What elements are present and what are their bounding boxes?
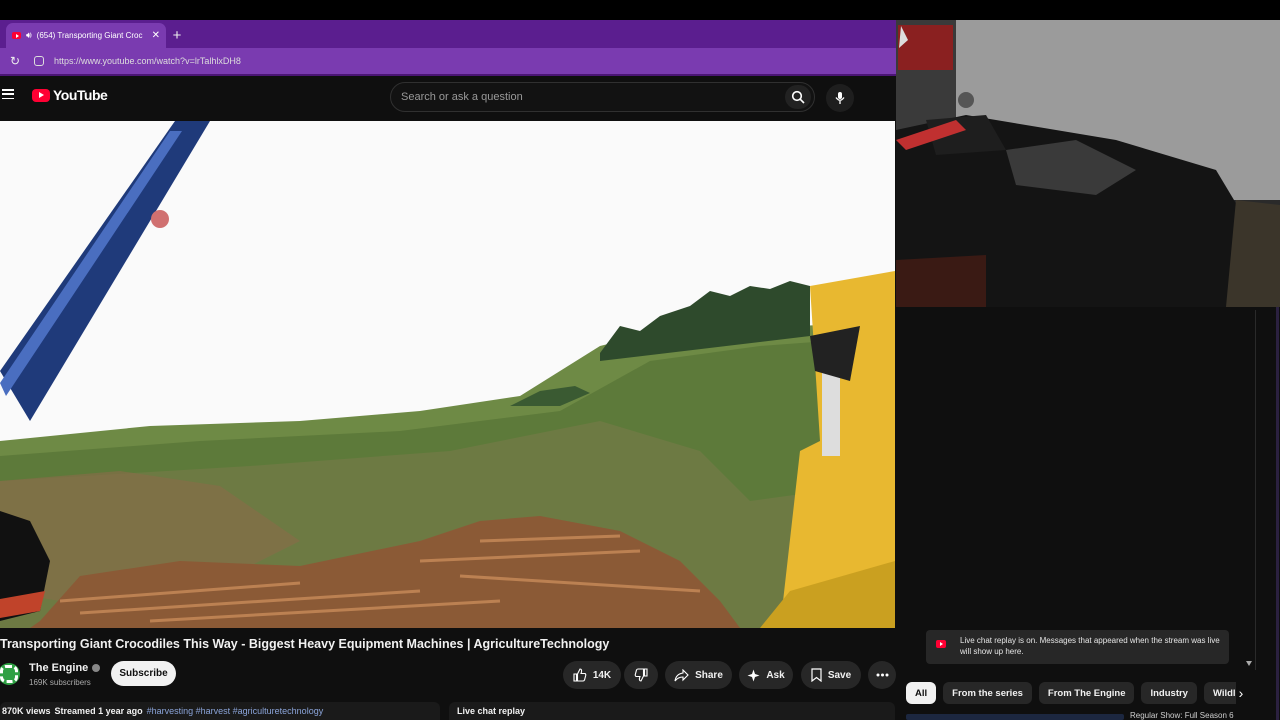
search-box	[390, 82, 815, 112]
url-field[interactable]: https://www.youtube.com/watch?v=lrTalhlx…	[54, 56, 241, 66]
chevron-right-icon[interactable]: ›	[1234, 684, 1248, 702]
thumbs-up-icon	[573, 668, 587, 682]
new-tab-icon[interactable]: +	[166, 23, 188, 48]
share-icon	[674, 668, 689, 681]
tab-bar: 🔊︎ (654) Transporting Giant Croc ✕ +	[0, 20, 896, 48]
webcam-overlay	[896, 20, 1280, 307]
live-chat-replay-header[interactable]: Live chat replay	[449, 702, 895, 720]
related-filter-chips: All From the series From The Engine Indu…	[906, 682, 1236, 704]
chat-replay-notice: Live chat replay is on. Messages that ap…	[926, 630, 1229, 664]
channel-name-row[interactable]: The Engine	[29, 662, 101, 674]
panel-scrollbar[interactable]	[1276, 307, 1279, 720]
browser-window: 🔊︎ (654) Transporting Giant Croc ✕ + ↻ h…	[0, 20, 896, 720]
related-thumbnail[interactable]	[906, 714, 1124, 720]
channel-avatar[interactable]	[0, 663, 20, 685]
search-button[interactable]	[785, 85, 811, 109]
save-label: Save	[827, 669, 852, 681]
chip-wildlife[interactable]: Wildlife	[1203, 682, 1236, 704]
like-count: 14K	[592, 669, 612, 681]
bookmark-icon	[811, 668, 822, 682]
channel-name[interactable]: The Engine	[29, 662, 88, 674]
search-input[interactable]	[401, 91, 771, 103]
chip-from-the-series[interactable]: From the series	[943, 682, 1032, 704]
site-info-icon[interactable]	[34, 56, 44, 66]
share-label: Share	[695, 669, 723, 681]
verified-icon	[92, 664, 101, 672]
speaker-icon[interactable]: 🔊︎	[26, 30, 32, 41]
save-button[interactable]: Save	[801, 661, 861, 689]
video-frame	[0, 121, 895, 628]
browser-tab[interactable]: 🔊︎ (654) Transporting Giant Croc ✕	[6, 23, 166, 48]
ask-label: Ask	[766, 669, 785, 681]
chip-from-the-engine[interactable]: From The Engine	[1038, 682, 1135, 704]
related-video-peek[interactable]: Regular Show: Full Season 6	[906, 712, 1246, 720]
youtube-logo-text: YouTube	[53, 87, 108, 103]
chip-industry[interactable]: Industry	[1141, 682, 1197, 704]
scroll-down-icon[interactable]	[1246, 661, 1252, 666]
close-icon[interactable]: ✕	[152, 30, 160, 41]
ask-button[interactable]: Ask	[739, 661, 793, 689]
webcam-frame	[896, 20, 1280, 307]
chip-all[interactable]: All	[906, 682, 937, 704]
youtube-notice-icon	[936, 640, 946, 648]
youtube-play-icon	[32, 88, 50, 102]
sparkle-icon	[747, 669, 760, 681]
description-box[interactable]: 870K views Streamed 1 year ago #harvesti…	[0, 702, 440, 720]
stream-date: Streamed 1 year ago	[54, 706, 143, 716]
subscribe-button[interactable]: Subscribe	[111, 661, 176, 686]
chat-notice-text: Live chat replay is on. Messages that ap…	[960, 636, 1220, 656]
reload-icon[interactable]: ↻	[10, 54, 24, 68]
hashtags[interactable]: #harvesting #harvest #agriculturetechnol…	[147, 706, 324, 716]
youtube-favicon-icon	[12, 32, 21, 39]
related-video-title[interactable]: Regular Show: Full Season 6	[1130, 712, 1250, 720]
video-title: Transporting Giant Crocodiles This Way -…	[0, 637, 610, 651]
share-button[interactable]: Share	[665, 661, 732, 689]
subscriber-count: 169K subscribers	[29, 678, 91, 687]
view-count: 870K views	[2, 706, 51, 716]
address-bar: ↻ https://www.youtube.com/watch?v=lrTalh…	[0, 48, 896, 76]
search-icon	[791, 90, 805, 104]
like-button[interactable]: 14K	[563, 661, 621, 689]
tab-title: (654) Transporting Giant Croc	[36, 31, 143, 40]
menu-icon[interactable]	[2, 88, 14, 100]
microphone-icon	[835, 92, 845, 104]
more-horizontal-icon	[876, 673, 888, 677]
youtube-header: YouTube	[0, 76, 896, 120]
more-actions-button[interactable]	[868, 661, 896, 689]
screen: 🔊︎ (654) Transporting Giant Croc ✕ + ↻ h…	[0, 0, 1280, 720]
dislike-button[interactable]	[624, 661, 658, 689]
youtube-logo[interactable]: YouTube	[32, 87, 108, 103]
chat-panel	[906, 310, 1256, 670]
video-player[interactable]	[0, 121, 895, 628]
thumbs-down-icon	[634, 668, 648, 682]
voice-search-button[interactable]	[826, 84, 854, 112]
